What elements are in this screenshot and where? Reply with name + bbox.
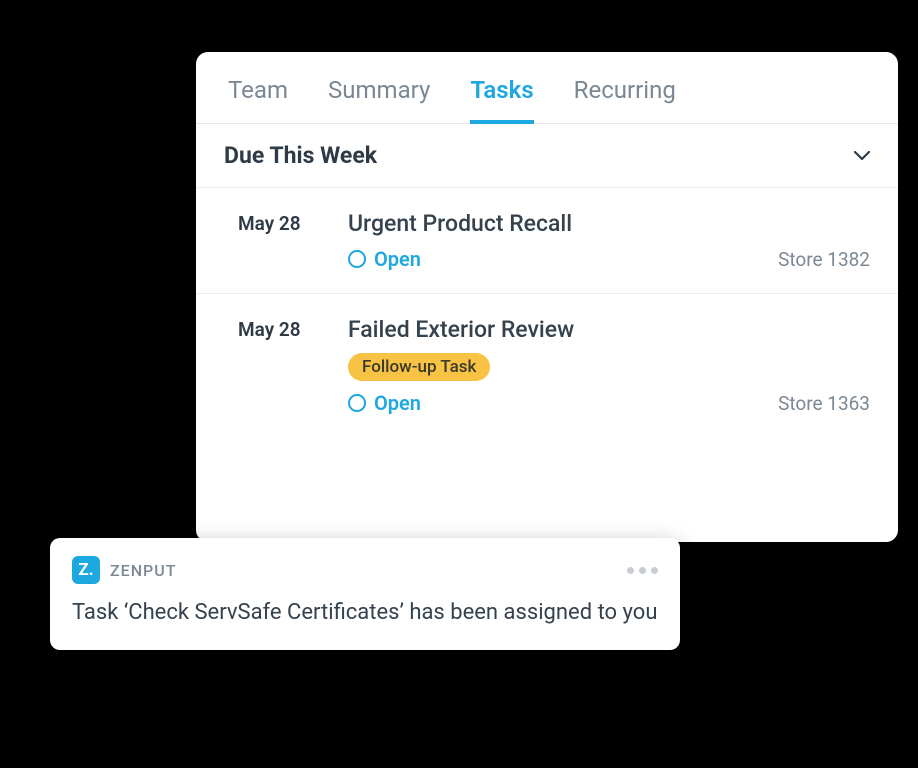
task-title: Urgent Product Recall: [348, 210, 778, 237]
task-row[interactable]: May 28 Urgent Product Recall Open Store …: [196, 188, 898, 294]
task-date: May 28: [238, 210, 348, 271]
notification-brand: Z. ZENPUT: [72, 556, 176, 584]
status-circle-icon: [348, 250, 366, 268]
notification-header: Z. ZENPUT: [72, 556, 658, 584]
status-text: Open: [374, 247, 421, 271]
tabs-bar: Team Summary Tasks Recurring: [196, 52, 898, 124]
tab-tasks[interactable]: Tasks: [470, 76, 533, 124]
app-name: ZENPUT: [110, 561, 176, 580]
task-status: Open: [348, 247, 778, 271]
status-circle-icon: [348, 394, 366, 412]
tab-summary[interactable]: Summary: [328, 76, 430, 124]
section-header[interactable]: Due This Week: [196, 124, 898, 188]
task-main: Failed Exterior Review Follow-up Task Op…: [348, 316, 778, 415]
task-main: Urgent Product Recall Open: [348, 210, 778, 271]
notification-card[interactable]: Z. ZENPUT Task ‘Check ServSafe Certifica…: [50, 538, 680, 650]
tab-recurring[interactable]: Recurring: [574, 76, 676, 124]
status-text: Open: [374, 391, 421, 415]
tab-team[interactable]: Team: [228, 76, 288, 124]
notification-message: Task ‘Check ServSafe Certificates’ has b…: [72, 598, 658, 628]
tasks-card: Team Summary Tasks Recurring Due This We…: [196, 52, 898, 542]
task-store: Store 1382: [778, 246, 870, 271]
app-icon: Z.: [72, 556, 100, 584]
task-date: May 28: [238, 316, 348, 415]
task-row[interactable]: May 28 Failed Exterior Review Follow-up …: [196, 294, 898, 437]
task-title: Failed Exterior Review: [348, 316, 778, 343]
more-icon[interactable]: [627, 567, 658, 574]
section-title: Due This Week: [224, 142, 377, 169]
chevron-down-icon[interactable]: [854, 148, 870, 164]
task-status: Open: [348, 391, 778, 415]
followup-badge: Follow-up Task: [348, 353, 490, 381]
task-store: Store 1363: [778, 390, 870, 415]
